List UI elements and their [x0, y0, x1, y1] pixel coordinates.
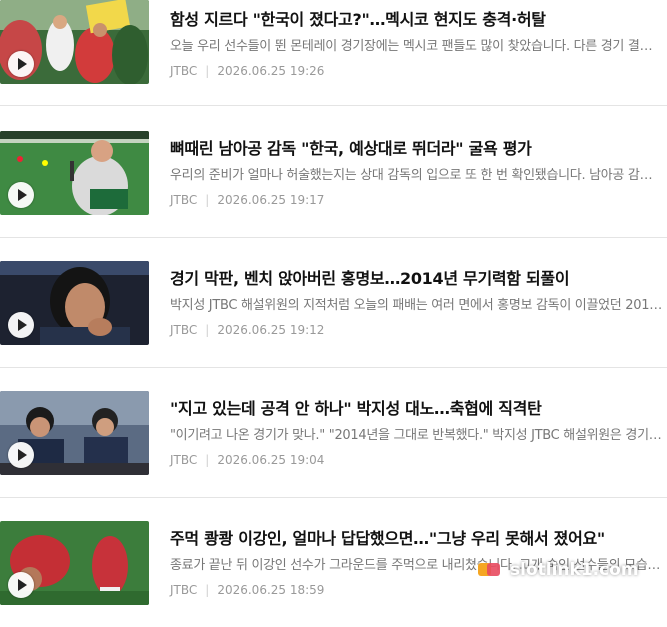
news-title[interactable]: "지고 있는데 공격 안 하나" 박지성 대노…축협에 직격탄	[170, 395, 667, 419]
news-title[interactable]: 경기 막판, 벤치 앉아버린 홍명보…2014년 무기력함 되풀이	[170, 265, 667, 289]
news-thumbnail[interactable]	[0, 391, 149, 475]
news-thumbnail[interactable]	[0, 521, 149, 605]
slotlink-logo	[478, 561, 502, 579]
news-datetime: 2026.06.25 19:12	[217, 323, 325, 337]
news-datetime: 2026.06.25 19:17	[217, 193, 325, 207]
news-thumbnail[interactable]	[0, 0, 149, 84]
news-item[interactable]: "지고 있는데 공격 안 하나" 박지성 대노…축협에 직격탄 "이기려고 나온…	[0, 367, 667, 498]
news-source: JTBC	[170, 323, 198, 337]
news-summary: "이기려고 나온 경기가 맞나." "2014년을 그대로 반복했다." 박지성…	[170, 428, 664, 443]
news-source: JTBC	[170, 193, 198, 207]
news-datetime: 2026.06.25 19:04	[217, 453, 325, 467]
news-datetime: 2026.06.25 19:26	[217, 64, 325, 78]
play-icon[interactable]	[8, 312, 34, 338]
news-source: JTBC	[170, 453, 198, 467]
news-meta: JTBC | 2026.06.25 19:26	[170, 64, 324, 78]
meta-divider: |	[205, 64, 210, 78]
play-icon[interactable]	[8, 442, 34, 468]
watermark: slotlink1.com	[478, 557, 639, 583]
watermark-text: slotlink1.com	[510, 560, 639, 580]
news-meta: JTBC | 2026.06.25 19:12	[170, 323, 324, 337]
news-source: JTBC	[170, 64, 198, 78]
news-meta: JTBC | 2026.06.25 18:59	[170, 583, 324, 597]
news-summary: 박지성 JTBC 해설위원의 지적처럼 오늘의 패배는 여러 면에서 홍명보 감…	[170, 298, 664, 313]
news-item[interactable]: 뼈때린 남아공 감독 "한국, 예상대로 뛰더라" 굴욕 평가 우리의 준비가 …	[0, 107, 667, 238]
meta-divider: |	[205, 193, 210, 207]
play-icon[interactable]	[8, 572, 34, 598]
news-thumbnail[interactable]	[0, 261, 149, 345]
news-source: JTBC	[170, 583, 198, 597]
meta-divider: |	[205, 323, 210, 337]
news-title[interactable]: 뼈때린 남아공 감독 "한국, 예상대로 뛰더라" 굴욕 평가	[170, 135, 667, 159]
meta-divider: |	[205, 453, 210, 467]
news-title[interactable]: 함성 지르다 "한국이 졌다고?"…멕시코 현지도 충격·허탈	[170, 6, 667, 30]
news-thumbnail[interactable]	[0, 131, 149, 215]
news-meta: JTBC | 2026.06.25 19:04	[170, 453, 324, 467]
news-item[interactable]: 함성 지르다 "한국이 졌다고?"…멕시코 현지도 충격·허탈 오늘 우리 선수…	[0, 0, 667, 106]
news-datetime: 2026.06.25 18:59	[217, 583, 325, 597]
meta-divider: |	[205, 583, 210, 597]
play-icon[interactable]	[8, 182, 34, 208]
news-title[interactable]: 주먹 쾅쾅 이강인, 얼마나 답답했으면…"그냥 우리 못해서 졌어요"	[170, 525, 667, 549]
news-meta: JTBC | 2026.06.25 19:17	[170, 193, 324, 207]
news-item[interactable]: 경기 막판, 벤치 앉아버린 홍명보…2014년 무기력함 되풀이 박지성 JT…	[0, 237, 667, 368]
play-icon[interactable]	[8, 51, 34, 77]
news-summary: 우리의 준비가 얼마나 허술했는지는 상대 감독의 입으로 또 한 번 확인됐습…	[170, 168, 664, 183]
news-summary: 오늘 우리 선수들이 뛴 몬테레이 경기장에는 멕시코 팬들도 많이 찾았습니다…	[170, 39, 664, 54]
